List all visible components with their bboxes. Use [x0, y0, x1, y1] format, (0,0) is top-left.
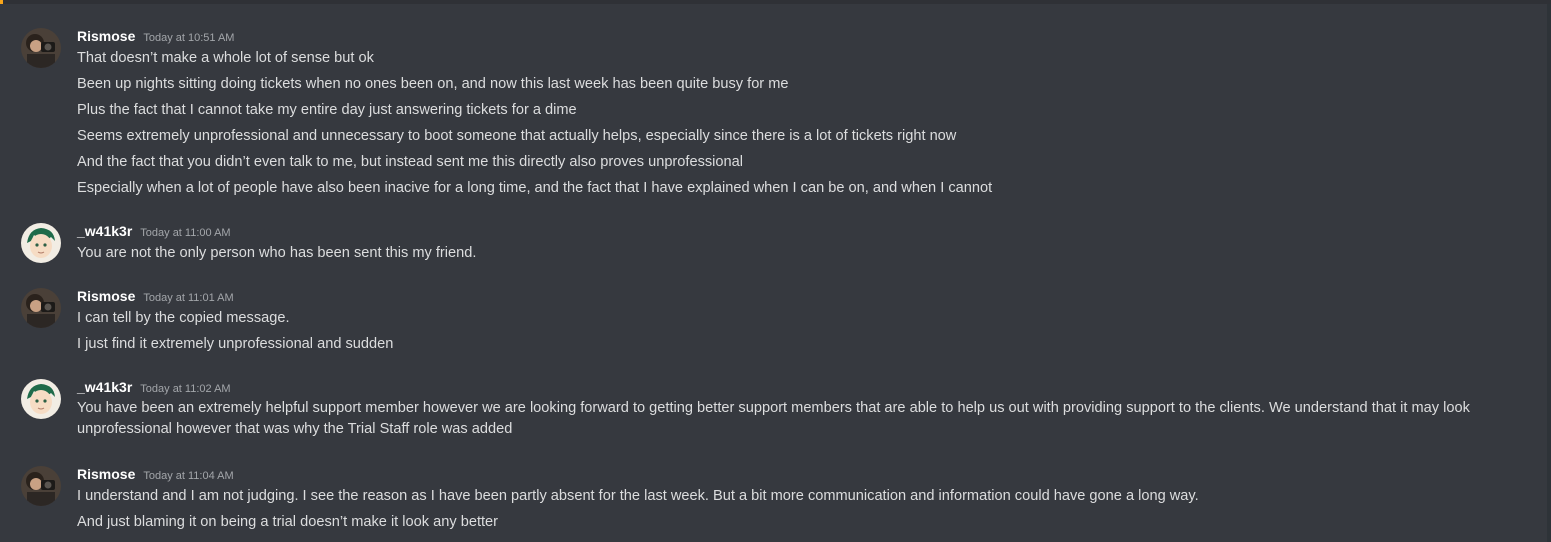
timestamp: Today at 11:00 AM — [140, 227, 231, 239]
timestamp: Today at 11:01 AM — [143, 292, 234, 304]
chat-messages: Rismose Today at 10:51 AM That doesn’t ma… — [0, 4, 1545, 542]
message-group: Rismose Today at 10:51 AM That doesn’t ma… — [0, 26, 1545, 199]
message-group: Rismose Today at 11:04 AM I understand an… — [0, 464, 1545, 533]
message-text: You are not the only person who has been… — [77, 245, 477, 261]
scrollbar-track[interactable] — [1547, 4, 1551, 542]
message-text: You have been an extremely helpful suppo… — [77, 400, 1470, 437]
message-header: _w41k3r Today at 11:02 AM — [77, 377, 1515, 397]
timestamp: Today at 11:02 AM — [140, 383, 231, 395]
username[interactable]: _w41k3r — [77, 379, 132, 395]
w41k3r-avatar[interactable] — [21, 223, 61, 263]
message-text: I just find it extremely unprofessional … — [77, 336, 394, 352]
message-text: Been up nights sitting doing tickets whe… — [77, 76, 789, 92]
message-header: Rismose Today at 11:01 AM — [77, 286, 1515, 306]
timestamp: Today at 11:04 AM — [143, 470, 234, 482]
message-group: _w41k3r Today at 11:02 AM You have been a… — [0, 377, 1545, 440]
username[interactable]: _w41k3r — [77, 223, 132, 239]
message-text: Seems extremely unprofessional and unnec… — [77, 128, 957, 144]
rismose-avatar[interactable] — [21, 28, 61, 68]
username[interactable]: Rismose — [77, 466, 135, 482]
message-text: Plus the fact that I cannot take my enti… — [77, 102, 577, 118]
rismose-avatar[interactable] — [21, 466, 61, 506]
message-group: _w41k3r Today at 11:00 AM You are not the… — [0, 221, 1545, 264]
message-text: And just blaming it on being a trial doe… — [77, 514, 499, 530]
username[interactable]: Rismose — [77, 28, 135, 44]
message-header: Rismose Today at 10:51 AM — [77, 26, 1515, 46]
message-text: And the fact that you didn’t even talk t… — [77, 154, 744, 170]
message-text: I understand and I am not judging. I see… — [77, 488, 1199, 504]
message-header: Rismose Today at 11:04 AM — [77, 464, 1515, 484]
rismose-avatar[interactable] — [21, 288, 61, 328]
w41k3r-avatar[interactable] — [21, 379, 61, 419]
username[interactable]: Rismose — [77, 288, 135, 304]
message-text: I can tell by the copied message. — [77, 310, 290, 326]
message-header: _w41k3r Today at 11:00 AM — [77, 221, 1515, 241]
message-group: Rismose Today at 11:01 AM I can tell by t… — [0, 286, 1545, 355]
message-text: Especially when a lot of people have als… — [77, 180, 993, 196]
timestamp: Today at 10:51 AM — [143, 32, 235, 44]
message-text: That doesn’t make a whole lot of sense b… — [77, 50, 374, 66]
